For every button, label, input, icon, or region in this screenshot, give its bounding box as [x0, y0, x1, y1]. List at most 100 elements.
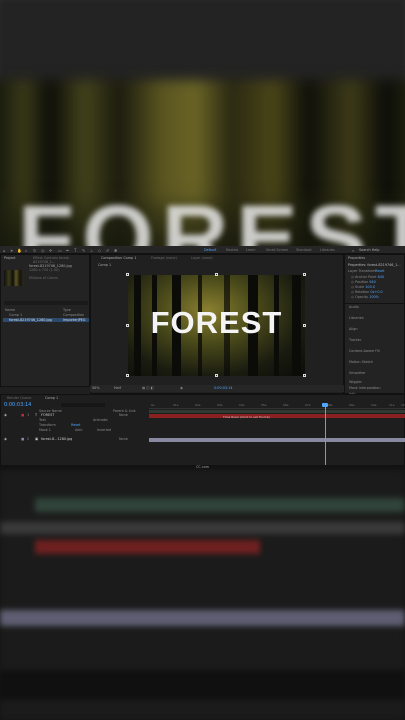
item-name: forest-8219746_1280.jpg: [9, 318, 52, 322]
zoom-select[interactable]: 50%: [92, 386, 100, 390]
workspace-review[interactable]: Review: [226, 248, 238, 252]
tab-render-queue[interactable]: Render Queue: [7, 396, 31, 400]
transform-handle[interactable]: [126, 374, 129, 377]
grid-icon[interactable]: ▦ ◫ ◧: [142, 386, 154, 390]
transform-handle[interactable]: [215, 374, 218, 377]
section-align[interactable]: Align: [349, 327, 358, 331]
list-item[interactable]: Comp 1 Composition: [3, 313, 89, 317]
time-ruler-hint: Time Ruler (Click to set thumb): [223, 415, 270, 419]
snapshot-icon[interactable]: ◉: [180, 386, 183, 390]
mask-group[interactable]: Mask 1: [39, 428, 51, 432]
selection-tool-icon[interactable]: ➤: [10, 248, 13, 253]
time-ruler[interactable]: 0s 01s 02s 03s 04s 05s 06s 07s 08s 09s 1…: [149, 403, 405, 409]
taskbar-app-label[interactable]: CC.com: [196, 465, 209, 469]
quality-select[interactable]: Half: [114, 386, 121, 390]
transform-handle[interactable]: [126, 273, 129, 276]
layer-name[interactable]: forest-8...1280.jpg: [41, 437, 72, 441]
visibility-icon[interactable]: ◉: [4, 437, 7, 441]
timeline-timecode[interactable]: 0:00:03:14: [4, 402, 31, 408]
layer-bar-forest-text[interactable]: [149, 414, 405, 418]
prop-row[interactable]: ◷ Anchor Point 640: [351, 275, 384, 279]
comp-timecode[interactable]: 0:00:03:14: [214, 386, 233, 390]
workspace-small-screen[interactable]: Small Screen: [266, 248, 288, 252]
rotate-tool-icon[interactable]: ↻: [33, 248, 36, 253]
workspace-libraries[interactable]: Libraries: [320, 248, 335, 252]
label-color-icon[interactable]: ■: [21, 437, 24, 441]
tab-project[interactable]: Project: [4, 256, 16, 260]
clone-stamp-icon[interactable]: ⊥: [90, 248, 93, 253]
rectangle-tool-icon[interactable]: ▭: [58, 248, 62, 253]
blurred-background-top: FOREST: [0, 0, 405, 246]
section-tracker[interactable]: Tracker: [349, 338, 361, 342]
search-help[interactable]: Search Help: [359, 248, 379, 252]
transform-handle[interactable]: [126, 324, 129, 327]
roto-brush-icon[interactable]: ✐: [106, 248, 109, 253]
tab-footage[interactable]: Footage (none): [151, 256, 177, 260]
toolbar: ⌂ ➤ ✋ ⌕ ↻ ◎ ✣ ▭ ✒ T ✎ ⊥ ◇ ✐ ✱ Default Re…: [0, 246, 405, 254]
transform-handle[interactable]: [303, 273, 306, 276]
transform-handle[interactable]: [303, 324, 306, 327]
visibility-icon[interactable]: ◉: [4, 413, 7, 417]
text-group[interactable]: Text: [39, 418, 46, 422]
section-wiggler[interactable]: Wiggler: [349, 380, 362, 384]
label-color-icon[interactable]: ■: [21, 413, 24, 417]
pan-behind-tool-icon[interactable]: ✣: [49, 248, 52, 253]
playhead-line[interactable]: [325, 406, 326, 466]
search-icon[interactable]: ⌕: [352, 248, 354, 253]
canvas-title-text[interactable]: FOREST: [128, 305, 305, 341]
layer-num: 1: [27, 413, 30, 417]
table-row[interactable]: ◉ ■ 2 ▣ forest-8...1280.jpg None: [1, 437, 149, 442]
pen-tool-icon[interactable]: ✒: [66, 248, 69, 253]
inverted-checkbox[interactable]: Inverted: [97, 428, 111, 432]
animate-button[interactable]: Animate:: [93, 418, 108, 422]
tab-comp-1[interactable]: Comp 1: [45, 396, 58, 400]
tab-composition[interactable]: Composition Comp 1: [101, 256, 136, 260]
work-area-bar[interactable]: [149, 410, 405, 413]
prop-row[interactable]: ◷ Rotation 0x+0.0: [351, 290, 383, 294]
workspace-standard[interactable]: Standard: [296, 248, 311, 252]
tab-effect-controls[interactable]: Effect Controls forest-8219746_1...: [33, 256, 89, 264]
col-type[interactable]: Type: [63, 308, 71, 312]
hand-tool-icon[interactable]: ✋: [17, 248, 22, 253]
composition-canvas[interactable]: FOREST: [128, 275, 305, 376]
section-libraries[interactable]: Libraries: [349, 316, 364, 320]
footage-size: 1280 x 720 (1.00): [29, 268, 60, 272]
layer-bar-forest-image[interactable]: [149, 438, 405, 442]
add-button[interactable]: Add:: [75, 428, 83, 432]
transform-handle[interactable]: [303, 374, 306, 377]
section-content-aware-fill[interactable]: Content-Aware Fill: [349, 349, 380, 353]
home-icon[interactable]: ⌂: [3, 248, 6, 253]
puppet-tool-icon[interactable]: ✱: [114, 248, 117, 253]
project-search-input[interactable]: [4, 301, 88, 305]
brush-tool-icon[interactable]: ✎: [82, 248, 85, 253]
zoom-tool-icon[interactable]: ⌕: [25, 248, 27, 253]
section-motion-sketch[interactable]: Motion Sketch: [349, 360, 373, 364]
timeline-search-input[interactable]: [61, 403, 105, 407]
camera-tool-icon[interactable]: ◎: [41, 248, 45, 253]
type-tool-icon[interactable]: T: [74, 248, 76, 253]
properties-panel: Properties Properties: forest-8219746_1.…: [344, 254, 405, 396]
transform-reset[interactable]: Reset: [71, 423, 80, 427]
properties-tab[interactable]: Properties: [348, 256, 365, 260]
comp-subtab[interactable]: Comp 1: [98, 263, 111, 267]
parent-select[interactable]: None: [119, 413, 128, 417]
transform-handle[interactable]: [215, 273, 218, 276]
section-mask-interpolation[interactable]: Mask Interpolation: [349, 386, 381, 390]
workspace-learn[interactable]: Learn: [246, 248, 255, 252]
prop-row[interactable]: ◷ Opacity 100%: [351, 295, 379, 299]
layer-name[interactable]: FOREST: [41, 413, 54, 417]
reset-link[interactable]: Reset: [375, 269, 384, 273]
list-item[interactable]: forest-8219746_1280.jpg ImporterJPEG: [3, 318, 89, 322]
transform-group[interactable]: Transform: [39, 423, 56, 427]
parent-select[interactable]: None: [119, 437, 128, 441]
eraser-icon[interactable]: ◇: [98, 248, 101, 253]
col-name[interactable]: Name: [5, 308, 15, 312]
prop-row[interactable]: ◷ Scale 100.0: [351, 285, 375, 289]
section-audio[interactable]: Audio: [349, 305, 359, 309]
table-row[interactable]: ◉ ■ 1 T FOREST None: [1, 413, 149, 418]
footage-colors: Millions of Colors: [29, 276, 58, 280]
tab-layer[interactable]: Layer (none): [191, 256, 213, 260]
prop-row[interactable]: ◷ Position 640: [351, 280, 376, 284]
section-smoother[interactable]: Smoother: [349, 371, 366, 375]
workspace-default[interactable]: Default: [204, 248, 216, 252]
